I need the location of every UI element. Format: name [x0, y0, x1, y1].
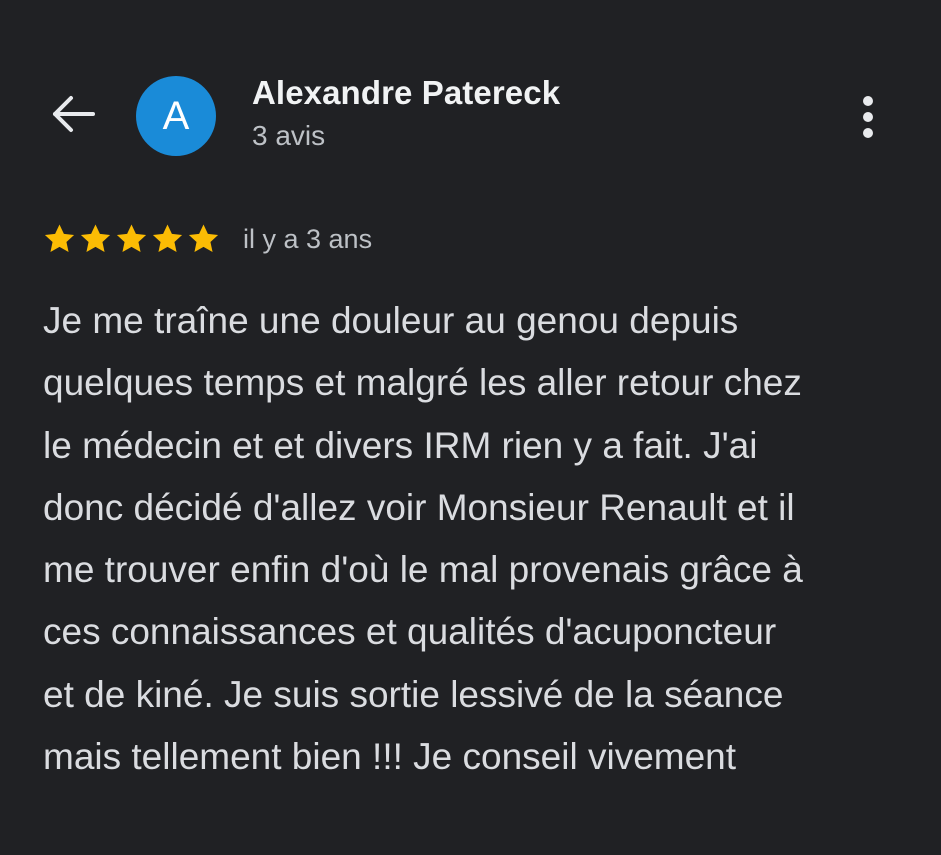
star-icon	[188, 224, 219, 253]
review-text-line: Je me traîne une douleur au genou depuis	[43, 300, 739, 341]
review-text-line: et de kiné. Je suis sortie lessivé de la…	[43, 673, 784, 715]
star-icon	[44, 224, 75, 253]
review-text-line: quelques temps et malgré les aller retou…	[43, 362, 802, 404]
more-options-button[interactable]	[850, 92, 886, 142]
rating-row: il y a 3 ans	[42, 222, 372, 256]
avatar[interactable]: A	[136, 76, 216, 156]
review-text: Je me traîne une douleur au genou depuis…	[43, 290, 913, 788]
review-text-line: donc décidé d'allez voir Monsieur Renaul…	[43, 486, 795, 528]
more-vert-icon-dot	[863, 112, 873, 122]
arrow-back-icon	[53, 96, 95, 132]
back-button[interactable]	[48, 92, 98, 136]
review-text-line: ces connaissances et qualités d'acuponct…	[43, 611, 777, 653]
star-icon	[80, 224, 111, 253]
review-screen: A Alexandre Patereck 3 avis il y a 3 ans…	[0, 0, 941, 855]
more-vert-icon	[863, 96, 873, 106]
star-rating	[42, 222, 221, 256]
review-text-line: le médecin et et divers IRM rien y a fai…	[43, 424, 758, 466]
reviewer-name[interactable]: Alexandre Patereck	[252, 74, 560, 112]
review-text-line: me trouver enfin d'où le mal provenais g…	[43, 549, 803, 591]
review-text-line: mais tellement bien !!! Je conseil vivem…	[43, 736, 737, 778]
star-icon	[152, 224, 183, 253]
more-vert-icon-dot	[863, 128, 873, 138]
review-date: il y a 3 ans	[243, 223, 373, 254]
avatar-initial: A	[162, 93, 190, 138]
review-count: 3 avis	[252, 120, 326, 151]
star-icon	[116, 224, 147, 253]
